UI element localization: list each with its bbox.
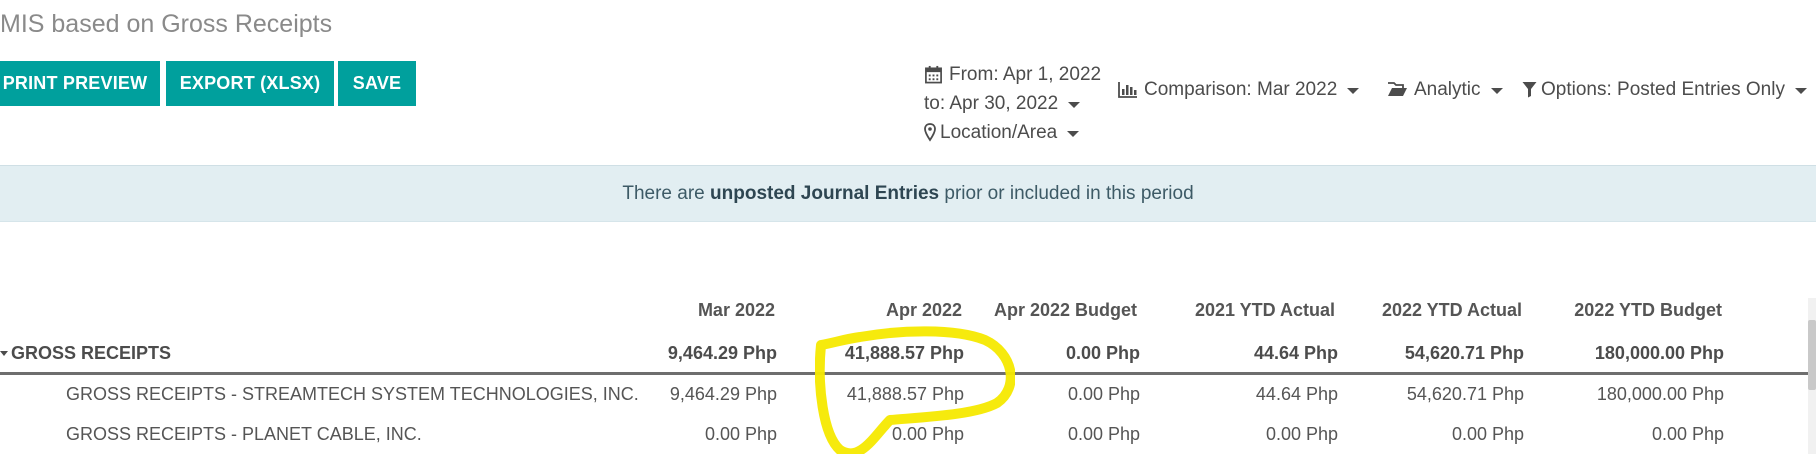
bar-chart-icon <box>1118 81 1138 98</box>
caret-down-icon <box>1794 87 1807 94</box>
cell-2021-ytd-actual[interactable]: 0.00 Php <box>1266 424 1338 445</box>
cell-apr-2022-budget[interactable]: 0.00 Php <box>1068 424 1140 445</box>
caret-down-icon <box>1347 87 1360 94</box>
date-from-label: From: Apr 1, 2022 <box>949 63 1102 85</box>
row-label[interactable]: GROSS RECEIPTS - PLANET CABLE, INC. <box>66 424 422 445</box>
cell-2022-ytd-budget[interactable]: 180,000.00 Php <box>1597 384 1724 405</box>
cell-2022-ytd-actual[interactable]: 54,620.71 Php <box>1405 343 1524 364</box>
row-divider <box>0 372 1816 375</box>
cell-mar-2022[interactable]: 9,464.29 Php <box>670 384 777 405</box>
export-xlsx-button[interactable]: EXPORT (XLSX) <box>166 61 334 106</box>
calendar-icon <box>924 65 943 84</box>
location-filter[interactable]: Location/Area <box>924 118 1101 147</box>
options-filter[interactable]: Options: Posted Entries Only <box>1522 75 1807 104</box>
cell-apr-2022[interactable]: 0.00 Php <box>892 424 964 445</box>
cell-2022-ytd-actual[interactable]: 54,620.71 Php <box>1407 384 1524 405</box>
cell-apr-2022[interactable]: 41,888.57 Php <box>845 343 964 364</box>
date-filter-group: From: Apr 1, 2022 to: Apr 30, 2022 Locat… <box>924 60 1101 147</box>
cell-apr-2022-budget[interactable]: 0.00 Php <box>1066 343 1140 364</box>
table-row[interactable]: GROSS RECEIPTS - STREAMTECH SYSTEM TECHN… <box>0 381 1816 419</box>
location-label: Location/Area <box>940 121 1058 143</box>
column-header[interactable]: 2021 YTD Actual <box>1195 300 1335 321</box>
date-to-filter[interactable]: to: Apr 30, 2022 <box>924 89 1101 118</box>
page-title: MIS based on Gross Receipts <box>0 10 333 38</box>
scrollbar-thumb[interactable] <box>1808 320 1816 390</box>
comparison-label: Comparison: Mar 2022 <box>1144 78 1338 100</box>
cell-mar-2022[interactable]: 0.00 Php <box>705 424 777 445</box>
column-header[interactable]: Apr 2022 Budget <box>994 300 1137 321</box>
options-label: Options: Posted Entries Only <box>1541 78 1785 100</box>
table-row[interactable]: GROSS RECEIPTS - PLANET CABLE, INC. 0.00… <box>0 421 1816 454</box>
cell-apr-2022-budget[interactable]: 0.00 Php <box>1068 384 1140 405</box>
column-header[interactable]: 2022 YTD Actual <box>1382 300 1522 321</box>
analytic-label: Analytic <box>1414 78 1481 100</box>
cell-2022-ytd-budget[interactable]: 0.00 Php <box>1652 424 1724 445</box>
comparison-filter[interactable]: Comparison: Mar 2022 <box>1118 75 1360 104</box>
print-preview-button[interactable]: PRINT PREVIEW <box>0 61 160 106</box>
caret-down-icon <box>1490 87 1503 94</box>
row-label[interactable]: GROSS RECEIPTS - STREAMTECH SYSTEM TECHN… <box>66 384 639 405</box>
map-marker-icon <box>924 123 936 142</box>
cell-2021-ytd-actual[interactable]: 44.64 Php <box>1256 384 1338 405</box>
unposted-entries-alert: There are unposted Journal Entries prior… <box>0 165 1816 222</box>
cell-2022-ytd-budget[interactable]: 180,000.00 Php <box>1595 343 1724 364</box>
alert-text-bold: unposted Journal Entries <box>710 182 940 204</box>
save-button[interactable]: SAVE <box>338 61 416 106</box>
caret-down-icon <box>1068 101 1081 108</box>
row-label[interactable]: GROSS RECEIPTS <box>0 343 171 364</box>
cell-2022-ytd-actual[interactable]: 0.00 Php <box>1452 424 1524 445</box>
folder-open-icon <box>1387 81 1408 98</box>
column-header[interactable]: Apr 2022 <box>886 300 962 321</box>
date-from-filter[interactable]: From: Apr 1, 2022 <box>924 60 1101 89</box>
row-label-text: GROSS RECEIPTS <box>11 343 172 363</box>
column-header[interactable]: Mar 2022 <box>698 300 775 321</box>
alert-text-suffix: prior or included in this period <box>939 182 1194 204</box>
cell-apr-2022[interactable]: 41,888.57 Php <box>847 384 964 405</box>
analytic-filter[interactable]: Analytic <box>1387 75 1503 104</box>
alert-text-prefix: There are <box>622 182 711 204</box>
cell-mar-2022[interactable]: 9,464.29 Php <box>668 343 777 364</box>
date-to-label: to: Apr 30, 2022 <box>924 92 1059 114</box>
cell-2021-ytd-actual[interactable]: 44.64 Php <box>1254 343 1338 364</box>
column-header[interactable]: 2022 YTD Budget <box>1574 300 1722 321</box>
caret-down-icon <box>1067 130 1080 137</box>
caret-down-icon <box>0 351 8 356</box>
filter-icon <box>1522 81 1537 98</box>
